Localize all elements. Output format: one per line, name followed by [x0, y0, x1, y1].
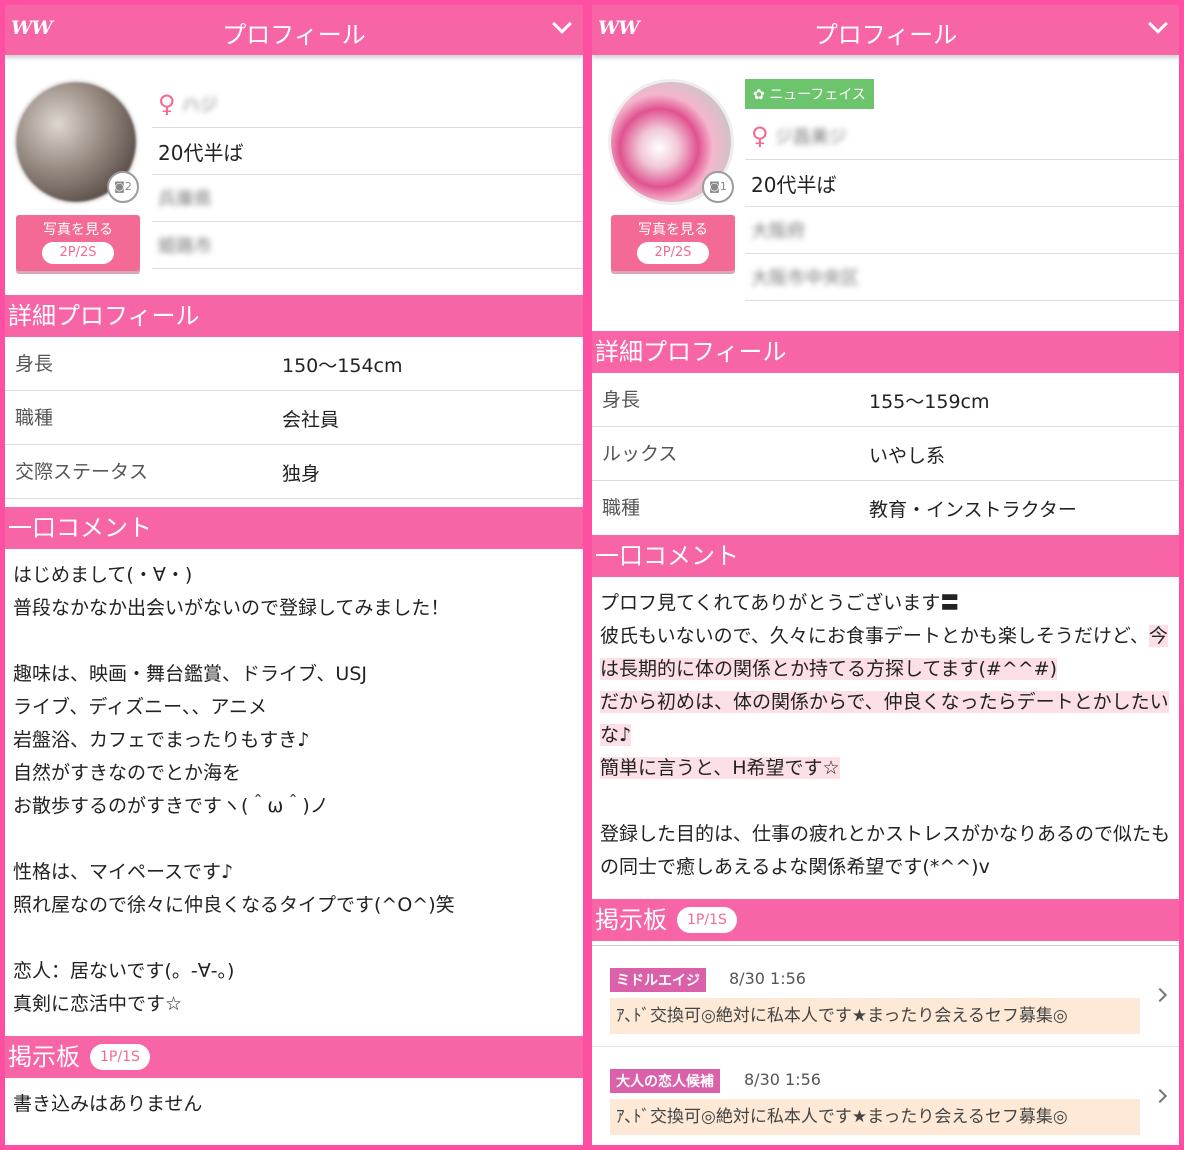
page-title: プロフィール [813, 21, 958, 49]
comment-header: 一口コメント [592, 535, 1179, 577]
female-icon: ♀ [751, 122, 769, 150]
age-row: 20代半ば [152, 128, 583, 175]
board-count-pill: 1P/1S [90, 1044, 150, 1070]
age-row: 20代半ば [745, 160, 1179, 207]
name-row: ♀ ジ昌美ジ [745, 113, 1179, 160]
board-post-category: 大人の恋人候補 [610, 1069, 720, 1093]
city: 姫路市 [158, 236, 212, 257]
camera-icon: ◙ [114, 180, 125, 193]
detail-row-occupation: 職種 教育・インストラクター [602, 497, 1077, 521]
view-photos-button[interactable]: 写真を見る 2P/2S [611, 215, 735, 271]
board-post[interactable]: 大人の恋人候補 8/30 1:56 ｱ､ﾄﾞ交換可◎絶対に私本人です★まったり会… [592, 1047, 1179, 1145]
area-row: 大阪府 [745, 207, 1179, 254]
profile-header: ◙2 写真を見る 2P/2S ♀ ハジ 20代半ば 兵庫県 姫路市 [5, 55, 583, 295]
name-row: ♀ ハジ [152, 81, 583, 128]
camera-icon: ◙ [709, 180, 720, 193]
detail-table: 身長 155〜159cm ルックス いやし系 職種 教育・インストラクター [592, 373, 1179, 535]
profile-panel-right: WW プロフィール ◙1 写真を見る 2P/2S ✿ ニューフェイス ♀ ジ昌美… [592, 5, 1179, 1145]
photo-points-pill: 2P/2S [637, 242, 709, 264]
chevron-right-icon [1152, 987, 1168, 1003]
board-post[interactable]: ミドルエイジ 8/30 1:56 ｱ､ﾄﾞ交換可◎絶対に私本人です★まったり会え… [592, 946, 1179, 1047]
detail-table: 身長 150〜154cm 職種 会社員 交際ステータス 独身 [5, 337, 583, 499]
board-empty-text: 書き込みはありません [13, 1093, 203, 1115]
top-bar: WW プロフィール [592, 5, 1179, 55]
photo-points-pill: 2P/2S [42, 242, 114, 264]
detail-row-relationship: 交際ステータス 独身 [5, 445, 583, 499]
detail-row-looks: ルックス いやし系 [592, 427, 1179, 481]
page-title: プロフィール [222, 21, 366, 49]
detail-row-occupation: 職種 会社員 [5, 391, 583, 445]
board-post-date: 8/30 1:56 [729, 969, 806, 988]
city: 大阪市中央区 [751, 268, 859, 289]
view-photos-button[interactable]: 写真を見る 2P/2S [16, 215, 140, 271]
detail-row-height: 身長 150〜154cm [5, 337, 583, 391]
board-post-category: ミドルエイジ [610, 968, 706, 992]
detail-profile-header: 詳細プロフィール [592, 331, 1179, 373]
photo-count-badge: ◙2 [107, 171, 139, 203]
board-post-message: ｱ､ﾄﾞ交換可◎絶対に私本人です★まったり会えるセフ募集◎ [610, 1099, 1140, 1135]
comment-highlight: だから初めは、体の関係からで、仲良くなったらデートとかしたいな♪ [600, 691, 1169, 746]
detail-row-height: 身長 155〜159cm [592, 373, 1179, 427]
new-badge-row: ✿ ニューフェイス [745, 79, 1179, 113]
view-photos-label: 写真を見る [638, 222, 708, 238]
photo-count-badge: ◙1 [702, 171, 734, 203]
board-count-pill: 1P/1S [677, 907, 737, 933]
board-header: 掲示板 1P/1S [592, 899, 1179, 941]
top-bar: WW プロフィール [5, 5, 583, 55]
board-post-message: ｱ､ﾄﾞ交換可◎絶対に私本人です★まったり会えるセフ募集◎ [610, 998, 1140, 1034]
profile-header: ◙1 写真を見る 2P/2S ✿ ニューフェイス ♀ ジ昌美ジ 20代半ば 大阪… [592, 55, 1179, 331]
comment-text: プロフ見てくれてありがとうございます〓 彼氏もいないので、久々にお食事デートとか… [600, 592, 1171, 878]
profile-info: ✿ ニューフェイス ♀ ジ昌美ジ 20代半ば 大阪府 大阪市中央区 [745, 79, 1179, 301]
city-row: 姫路市 [152, 222, 583, 269]
prefecture: 大阪府 [751, 221, 805, 242]
chevron-right-icon [1152, 1088, 1168, 1104]
new-face-badge: ✿ ニューフェイス [745, 79, 874, 109]
female-icon: ♀ [158, 90, 176, 118]
profile-panel-left: WW プロフィール ◙2 写真を見る 2P/2S ♀ ハジ 20代半ば 兵庫県 … [5, 5, 583, 1145]
comment-text: はじめまして(・∀・) 普段なかなか出会いがないので登録してみました！ 趣味は、… [13, 564, 455, 1015]
board-header: 掲示板 1P/1S [5, 1036, 583, 1078]
board-post-date: 8/30 1:56 [744, 1070, 821, 1089]
nickname: ジ昌美ジ [774, 127, 847, 148]
city-row: 大阪市中央区 [745, 254, 1179, 301]
age: 20代半ば [158, 140, 244, 165]
prefecture: 兵庫県 [158, 189, 212, 210]
detail-profile-header: 詳細プロフィール [5, 295, 583, 337]
view-photos-label: 写真を見る [43, 222, 113, 238]
area-row: 兵庫県 [152, 175, 583, 222]
profile-info: ♀ ハジ 20代半ば 兵庫県 姫路市 [152, 81, 583, 269]
age: 20代半ば [751, 172, 837, 197]
comment-highlight: 簡単に言うと、H希望です☆ [600, 757, 840, 779]
comment-header: 一口コメント [5, 507, 583, 549]
sprout-icon: ✿ [753, 87, 765, 103]
nickname: ハジ [181, 95, 218, 116]
